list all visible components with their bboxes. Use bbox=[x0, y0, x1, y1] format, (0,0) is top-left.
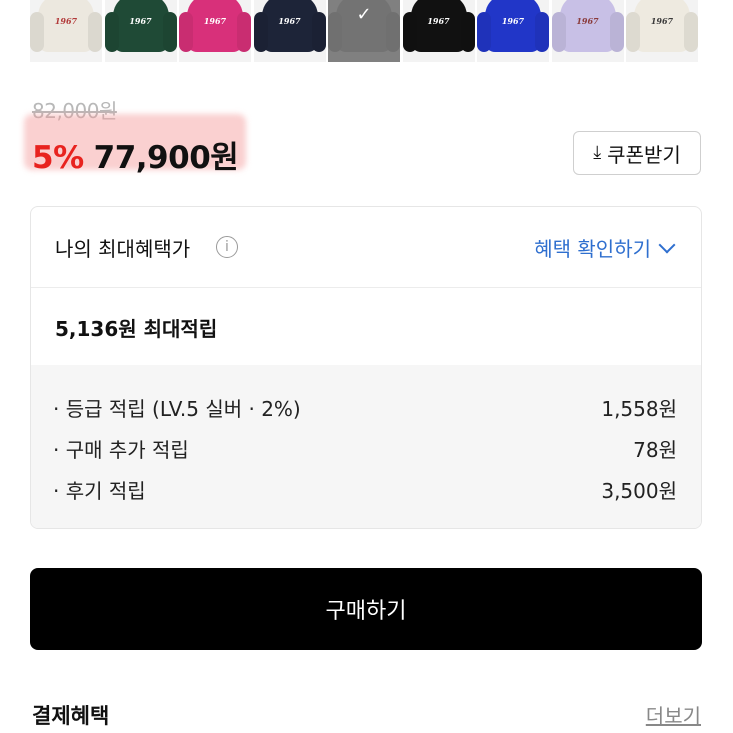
points-row-amount: 1,558원 bbox=[601, 397, 677, 421]
hoodie-thumbnail bbox=[410, 0, 467, 52]
hoodie-thumbnail bbox=[112, 0, 169, 52]
hoodie-thumbnail bbox=[634, 0, 690, 52]
color-swatch[interactable]: 1967 bbox=[402, 0, 475, 62]
hoodie-logo: 1967 bbox=[203, 16, 227, 26]
hoodie-thumbnail bbox=[559, 0, 616, 52]
points-row-purchase-extra: · 구매 추가 적립 78원 bbox=[53, 434, 677, 462]
color-swatch[interactable]: 1967 bbox=[253, 0, 326, 62]
hoodie-logo: 1967 bbox=[650, 16, 674, 26]
points-row-amount: 3,500원 bbox=[601, 479, 677, 503]
color-swatch[interactable]: 1967 bbox=[30, 0, 102, 62]
hoodie-thumbnail bbox=[187, 0, 243, 52]
hoodie-thumbnail bbox=[485, 0, 541, 52]
points-row-grade: · 등급 적립 (LV.5 실버 · 2%) 1,558원 bbox=[53, 393, 677, 421]
max-benefit-panel: 나의 최대혜택가 i 혜택 확인하기 5,136원 최대적립 · 등급 적립 (… bbox=[30, 206, 702, 529]
discount-rate: 5% bbox=[32, 140, 84, 176]
sale-price-row: 5% 77,900원 bbox=[32, 132, 239, 177]
points-row-label: · 후기 적립 bbox=[53, 479, 146, 503]
hoodie-thumbnail bbox=[38, 0, 94, 52]
points-row-amount: 78원 bbox=[633, 438, 677, 462]
points-breakdown: · 등급 적립 (LV.5 실버 · 2%) 1,558원 · 구매 추가 적립… bbox=[31, 365, 701, 528]
max-points-total: 5,136원 최대적립 bbox=[55, 317, 218, 341]
benefit-header: 나의 최대혜택가 i 혜택 확인하기 bbox=[31, 207, 701, 288]
color-swatch[interactable]: 1967 bbox=[477, 0, 549, 62]
color-swatch[interactable]: 1967 bbox=[179, 0, 251, 62]
hoodie-logo: 1967 bbox=[129, 16, 152, 26]
info-icon[interactable]: i bbox=[216, 236, 238, 258]
hoodie-logo: 1967 bbox=[427, 16, 450, 26]
payment-benefits-title: 결제혜택 bbox=[32, 704, 110, 728]
points-row-label: · 등급 적립 (LV.5 실버 · 2%) bbox=[53, 397, 301, 421]
hoodie-thumbnail bbox=[261, 0, 318, 52]
points-row-label: · 구매 추가 적립 bbox=[53, 438, 189, 462]
hoodie-logo: 1967 bbox=[576, 16, 599, 26]
buy-button[interactable]: 구매하기 bbox=[30, 568, 702, 650]
color-swatch-strip: 1967 1967 1967 1967 ✓ 1967 1967 1967 1967 bbox=[0, 0, 733, 62]
color-swatch[interactable]: 1967 bbox=[104, 0, 177, 62]
chevron-down-icon bbox=[658, 236, 676, 253]
color-swatch[interactable]: 1967 bbox=[551, 0, 624, 62]
check-benefit-label: 혜택 확인하기 bbox=[534, 237, 651, 261]
check-icon: ✓ bbox=[356, 4, 372, 25]
check-benefit-link[interactable]: 혜택 확인하기 bbox=[534, 233, 676, 262]
color-swatch[interactable]: ✓ bbox=[328, 0, 400, 62]
hoodie-logo: 1967 bbox=[278, 16, 301, 26]
more-link[interactable]: 더보기 bbox=[646, 700, 701, 729]
hoodie-logo: 1967 bbox=[54, 16, 78, 26]
color-swatch[interactable]: 1967 bbox=[626, 0, 698, 62]
coupon-label: 쿠폰받기 bbox=[607, 142, 681, 167]
download-icon: ⤓ bbox=[593, 142, 602, 163]
coupon-download-button[interactable]: ⤓ 쿠폰받기 bbox=[573, 131, 701, 175]
benefit-title: 나의 최대혜택가 bbox=[55, 237, 191, 261]
hoodie-logo: 1967 bbox=[501, 16, 525, 26]
points-row-review: · 후기 적립 3,500원 bbox=[53, 475, 677, 503]
sale-price: 77,900원 bbox=[93, 140, 239, 176]
